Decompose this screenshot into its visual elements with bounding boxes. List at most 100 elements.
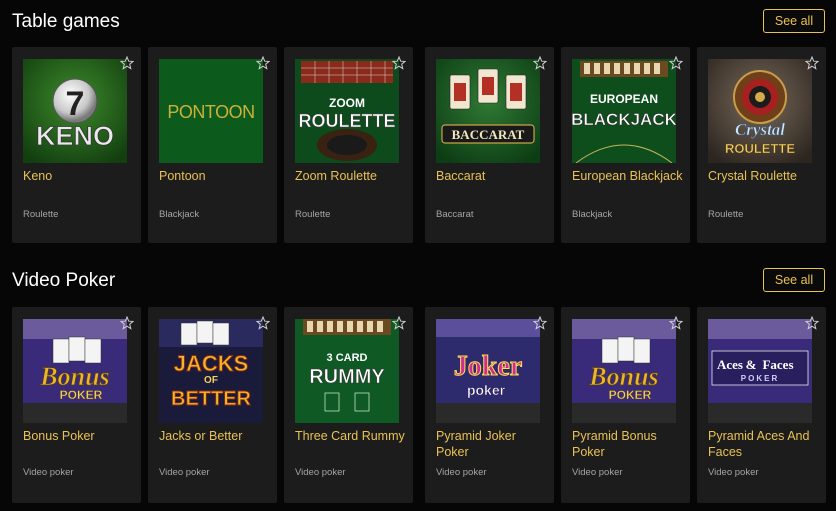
see-all-button[interactable]: See all — [763, 268, 825, 292]
pyramid-bonus-poker-art: Bonus POKER — [572, 319, 676, 423]
game-thumbnail[interactable]: Crystal ROULETTE — [708, 59, 812, 163]
bonus-poker-art: Bonus POKER — [23, 319, 127, 423]
favorite-star-icon[interactable] — [256, 56, 270, 70]
favorite-star-icon[interactable] — [805, 56, 819, 70]
favorite-star-icon[interactable] — [256, 316, 270, 330]
crystal-roulette-art: Crystal ROULETTE — [708, 59, 812, 163]
game-category: Video poker — [159, 467, 210, 478]
svg-text:RUMMY: RUMMY — [309, 366, 385, 388]
three-card-rummy-art: 3 CARD RUMMY — [295, 319, 399, 423]
favorite-star-icon[interactable] — [392, 56, 406, 70]
game-category: Video poker — [572, 467, 623, 478]
game-category: Video poker — [295, 467, 346, 478]
game-category: Video poker — [23, 467, 74, 478]
game-category: Roulette — [295, 209, 331, 220]
favorite-star-icon[interactable] — [392, 316, 406, 330]
game-card-pyramid-joker-poker[interactable]: Joker poker Pyramid Joker Poker Video po… — [425, 307, 554, 503]
game-card-crystal-roulette[interactable]: Crystal ROULETTE Crystal Roulette Roulet… — [697, 47, 826, 243]
favorite-star-icon[interactable] — [533, 56, 547, 70]
game-card-pyramid-aces-and-faces[interactable]: Aces & Faces POKER Pyramid Aces And Face… — [697, 307, 826, 503]
svg-text:Joker: Joker — [454, 351, 522, 382]
game-category: Roulette — [708, 209, 744, 220]
game-thumbnail[interactable]: Bonus POKER — [23, 319, 127, 423]
game-thumbnail[interactable]: EUROPEAN BLACKJACK — [572, 59, 676, 163]
game-thumbnail[interactable]: ZOOM ROULETTE — [295, 59, 399, 163]
svg-text:BACCARAT: BACCARAT — [452, 127, 525, 142]
svg-text:poker: poker — [467, 382, 506, 398]
game-thumbnail[interactable]: Aces & Faces POKER — [708, 319, 812, 423]
svg-text:BLACKJACK: BLACKJACK — [572, 110, 676, 129]
game-title[interactable]: Bonus Poker — [23, 428, 135, 444]
svg-text:ROULETTE: ROULETTE — [725, 141, 795, 156]
svg-text:Crystal: Crystal — [735, 120, 785, 139]
game-thumbnail[interactable]: Bonus POKER — [572, 319, 676, 423]
favorite-star-icon[interactable] — [669, 316, 683, 330]
european-blackjack-art: EUROPEAN BLACKJACK — [572, 59, 676, 163]
pontoon-art: PONTOON — [159, 59, 263, 163]
keno-art: 7 KENO — [23, 59, 127, 163]
game-title[interactable]: Pyramid Bonus Poker — [572, 428, 684, 460]
section-header-video-poker: Video Poker See all — [0, 262, 836, 296]
favorite-star-icon[interactable] — [805, 316, 819, 330]
pyramid-aces-and-faces-art: Aces & Faces POKER — [708, 319, 812, 423]
svg-text:POKER: POKER — [609, 388, 652, 402]
see-all-button[interactable]: See all — [763, 9, 825, 33]
game-thumbnail[interactable]: 3 CARD RUMMY — [295, 319, 399, 423]
favorite-star-icon[interactable] — [533, 316, 547, 330]
favorite-star-icon[interactable] — [120, 316, 134, 330]
game-thumbnail[interactable]: JACKS OF BETTER — [159, 319, 263, 423]
svg-text:JACKS: JACKS — [174, 351, 249, 376]
game-title[interactable]: Pyramid Joker Poker — [436, 428, 548, 460]
svg-text:ROULETTE: ROULETTE — [299, 111, 396, 131]
game-title[interactable]: Pyramid Aces And Faces — [708, 428, 820, 460]
svg-text:POKER: POKER — [60, 388, 103, 402]
svg-text:POKER: POKER — [741, 374, 779, 383]
game-thumbnail[interactable]: Joker poker — [436, 319, 540, 423]
game-thumbnail[interactable]: BACCARAT — [436, 59, 540, 163]
section-header-table-games: Table games See all — [0, 3, 836, 37]
svg-text:PONTOON: PONTOON — [167, 102, 254, 122]
game-title[interactable]: Crystal Roulette — [708, 168, 820, 184]
game-thumbnail[interactable]: PONTOON — [159, 59, 263, 163]
game-card-pyramid-bonus-poker[interactable]: Bonus POKER Pyramid Bonus Poker Video po… — [561, 307, 690, 503]
svg-text:Faces: Faces — [762, 357, 793, 372]
game-card-jacks-or-better[interactable]: JACKS OF BETTER Jacks or Better Video po… — [148, 307, 277, 503]
svg-text:KENO: KENO — [36, 121, 114, 151]
game-title[interactable]: Three Card Rummy — [295, 428, 407, 444]
game-card-keno[interactable]: 7 KENO Keno Roulette — [12, 47, 141, 243]
pyramid-joker-poker-art: Joker poker — [436, 319, 540, 423]
game-card-european-blackjack[interactable]: EUROPEAN BLACKJACK European Blackjack Bl… — [561, 47, 690, 243]
baccarat-art: BACCARAT — [436, 59, 540, 163]
game-category: Blackjack — [572, 209, 613, 220]
game-card-zoom-roulette[interactable]: ZOOM ROULETTE Zoom Roulette Roulette — [284, 47, 413, 243]
section-title: Table games — [12, 11, 120, 32]
game-title[interactable]: Zoom Roulette — [295, 168, 407, 184]
svg-text:Bonus: Bonus — [588, 362, 658, 391]
svg-text:Bonus: Bonus — [39, 362, 109, 391]
game-title[interactable]: Baccarat — [436, 168, 548, 184]
game-card-bonus-poker[interactable]: Bonus POKER Bonus Poker Video poker — [12, 307, 141, 503]
favorite-star-icon[interactable] — [120, 56, 134, 70]
game-title[interactable]: Jacks or Better — [159, 428, 271, 444]
game-title[interactable]: Keno — [23, 168, 135, 184]
svg-text:BETTER: BETTER — [171, 388, 252, 410]
svg-text:3 CARD: 3 CARD — [327, 352, 368, 364]
game-category: Video poker — [708, 467, 759, 478]
favorite-star-icon[interactable] — [669, 56, 683, 70]
game-card-pontoon[interactable]: PONTOON Pontoon Blackjack — [148, 47, 277, 243]
game-title[interactable]: Pontoon — [159, 168, 271, 184]
svg-text:EUROPEAN: EUROPEAN — [590, 92, 658, 106]
svg-text:&: & — [746, 357, 757, 372]
zoom-roulette-art: ZOOM ROULETTE — [295, 59, 399, 163]
jacks-or-better-art: JACKS OF BETTER — [159, 319, 263, 423]
game-card-three-card-rummy[interactable]: 3 CARD RUMMY Three Card Rummy Video poke… — [284, 307, 413, 503]
game-category: Blackjack — [159, 209, 200, 220]
game-card-baccarat[interactable]: BACCARAT Baccarat Baccarat — [425, 47, 554, 243]
game-thumbnail[interactable]: 7 KENO — [23, 59, 127, 163]
svg-text:ZOOM: ZOOM — [329, 96, 365, 110]
game-category: Roulette — [23, 209, 59, 220]
game-title[interactable]: European Blackjack — [572, 168, 684, 184]
section-title: Video Poker — [12, 270, 116, 291]
svg-text:OF: OF — [204, 375, 218, 386]
svg-text:Aces: Aces — [717, 357, 743, 372]
